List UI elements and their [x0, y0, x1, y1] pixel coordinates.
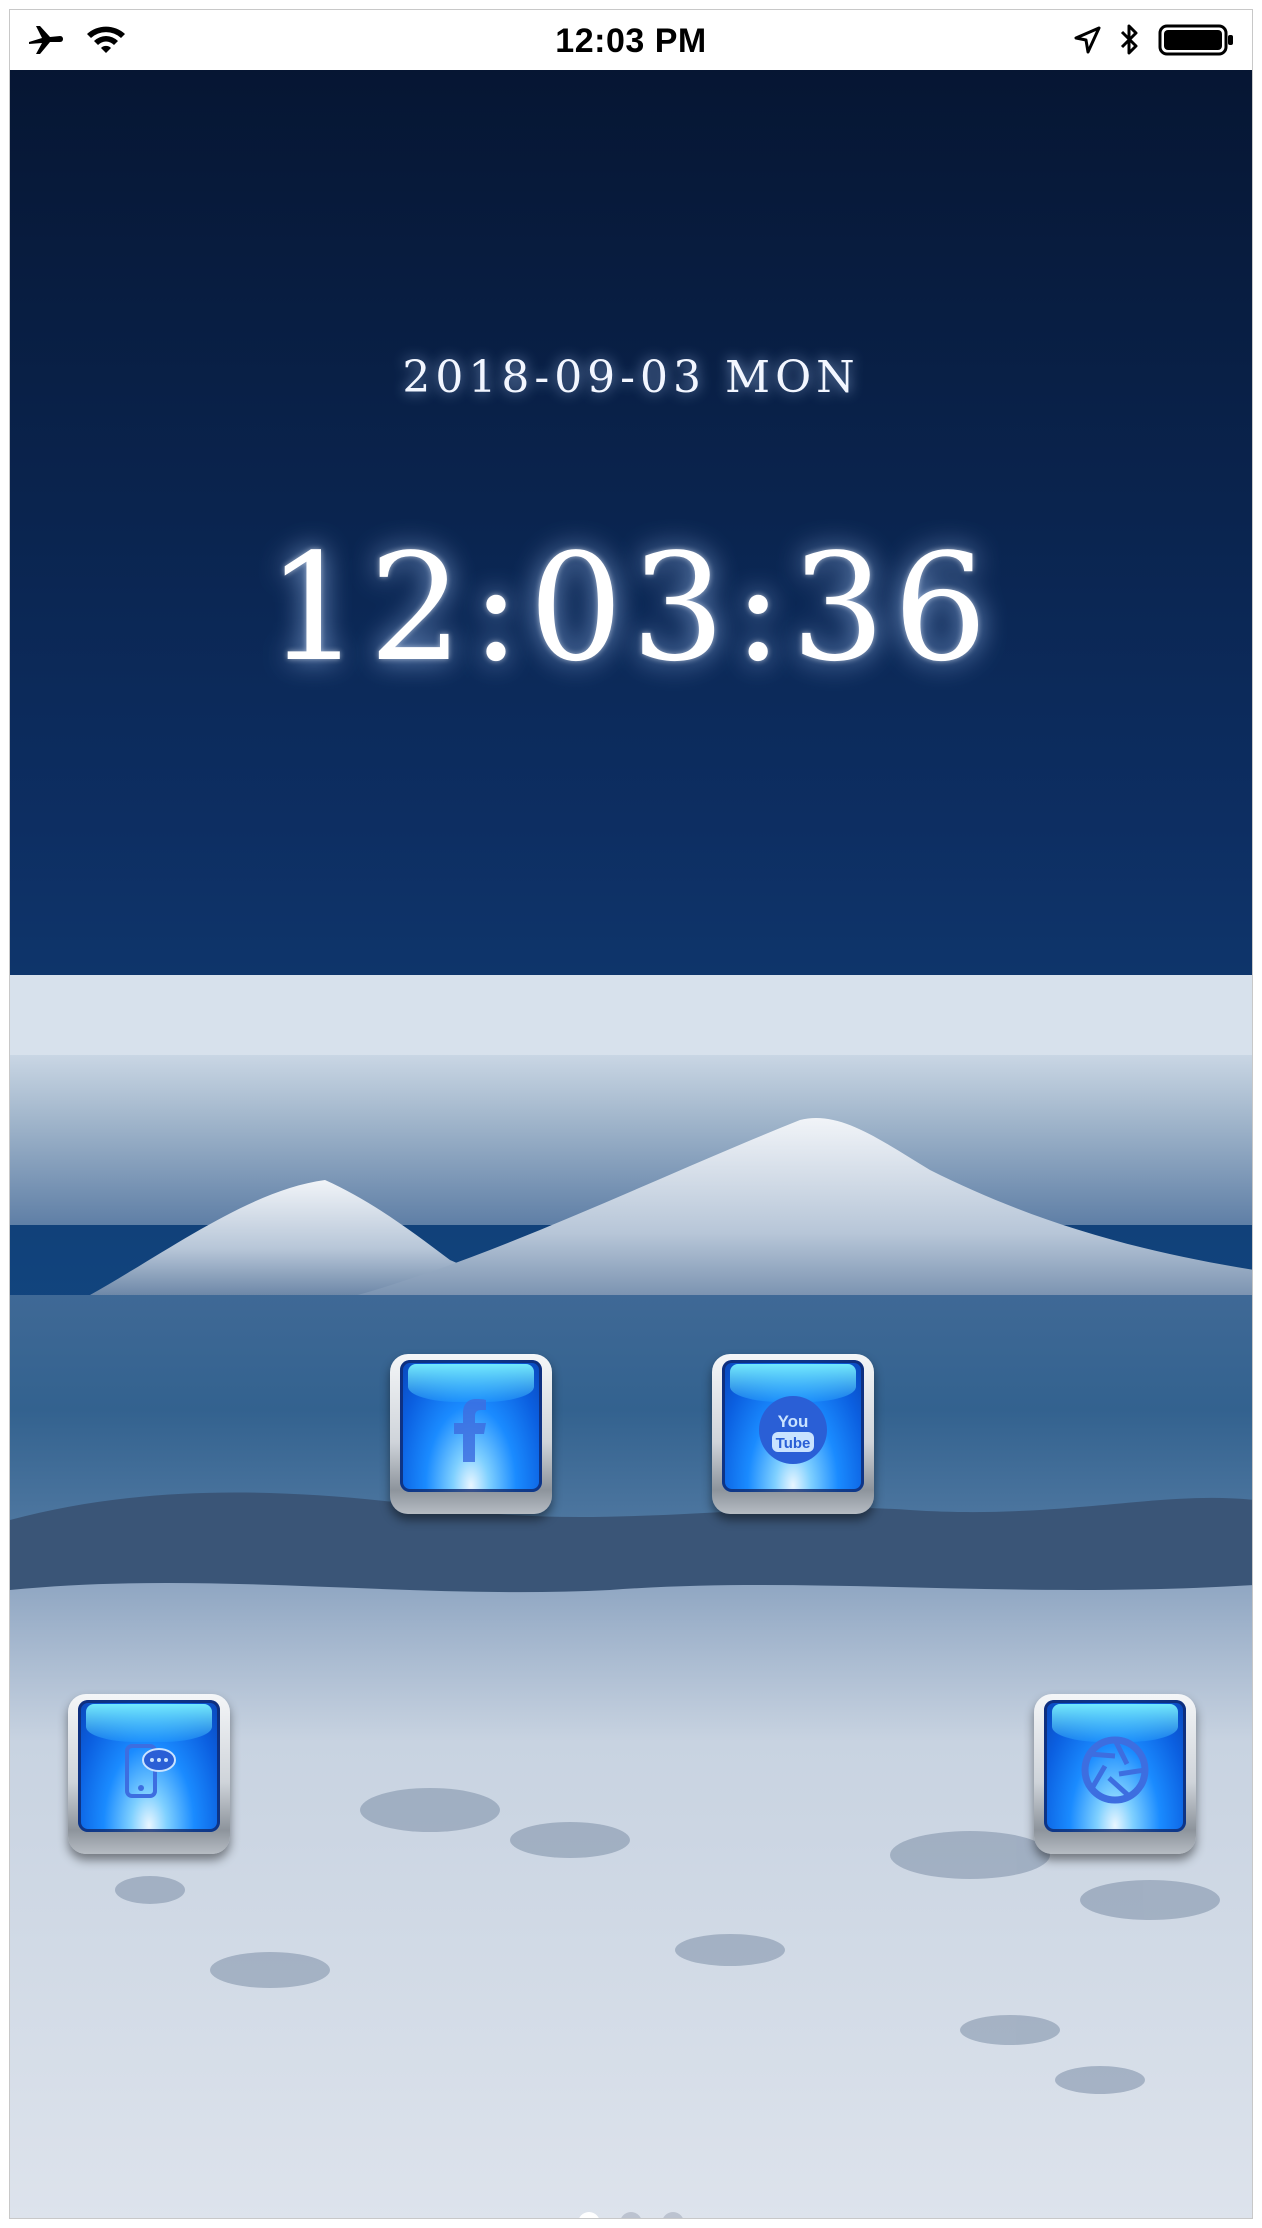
status-time: 12:03 PM: [555, 22, 707, 60]
lockscreen-date: 2018-09-03 MON: [402, 352, 860, 403]
youtube-icon: You Tube: [759, 1396, 827, 1464]
bluetooth-icon: [1120, 24, 1138, 55]
location-arrow-icon: [1074, 26, 1101, 54]
app-icon-face: [1044, 1700, 1186, 1832]
lockscreen-clock: 12:03:36: [266, 522, 996, 694]
facebook-icon: [454, 1399, 486, 1462]
photos-app-button[interactable]: [1034, 1688, 1196, 1854]
app-icon-face: [78, 1700, 220, 1832]
wallpaper: 2018-09-03 MON 12:03:36 You Tube: [10, 70, 1252, 2218]
page-dot-3[interactable]: [662, 2212, 684, 2218]
aperture-icon: [1081, 1736, 1149, 1804]
screen-frame: 12:03 PM 2018-09-03 MON 12:03:36 You Tub…: [0, 0, 1262, 2228]
app-icon-face: You Tube: [722, 1360, 864, 1492]
youtube-app-button[interactable]: You Tube: [712, 1348, 874, 1514]
svg-text:Tube: Tube: [776, 1435, 811, 1452]
page-dot-2[interactable]: [620, 2212, 642, 2218]
phone-chat-icon: [125, 1744, 176, 1798]
messages-app-button[interactable]: [68, 1688, 230, 1854]
battery-icon: [1158, 24, 1233, 56]
facebook-app-button[interactable]: [390, 1348, 552, 1514]
page-indicator[interactable]: [10, 2212, 1252, 2218]
page-dot-1[interactable]: [578, 2212, 600, 2218]
status-bar: 12:03 PM: [10, 10, 1252, 70]
svg-text:You: You: [778, 1412, 809, 1431]
device-screen: 12:03 PM 2018-09-03 MON 12:03:36 You Tub…: [9, 9, 1253, 2219]
app-icon-face: [400, 1360, 542, 1492]
